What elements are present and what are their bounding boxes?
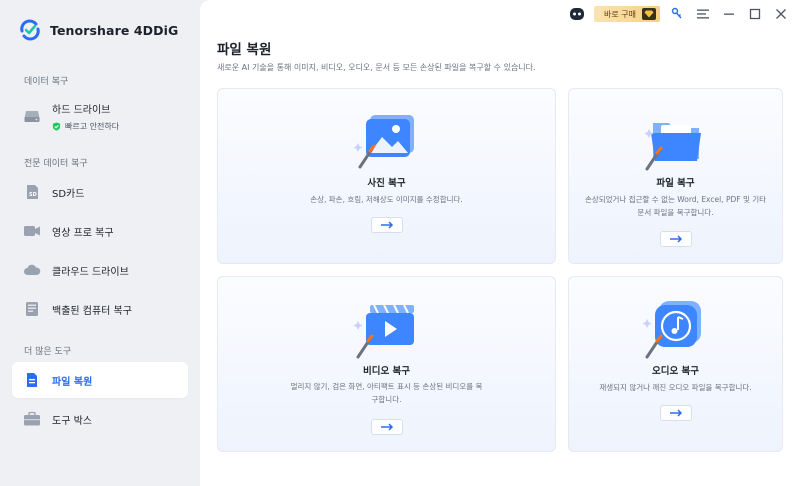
card-file-repair[interactable]: 파일 복구 손상되었거나 접근할 수 없는 Word, Excel, PDF 및…: [568, 88, 783, 264]
card-audio-repair[interactable]: 오디오 복구 재생되지 않거나 깨진 오디오 파일을 복구합니다.: [568, 276, 783, 452]
buy-now-button[interactable]: 바로 구매: [594, 6, 660, 22]
shield-check-icon: [52, 121, 61, 131]
sidebar-item-label: SD카드: [52, 188, 85, 200]
card-title: 비디오 복구: [362, 366, 410, 377]
audio-repair-icon: [642, 301, 701, 359]
app-logo-icon: [20, 19, 40, 41]
card-photo-repair[interactable]: 사진 복구 손상, 파손, 흐림, 저해상도 이미지를 수정합니다.: [217, 88, 556, 264]
sidebar: Tenorshare 4DDiG 데이터 복구 하드 드라이브 빠르고 안전하다…: [0, 0, 200, 486]
video-repair-icon: [353, 304, 414, 359]
brand: Tenorshare 4DDiG: [18, 18, 178, 42]
arrow-right-icon: [380, 221, 393, 229]
buy-now-label: 바로 구매: [604, 9, 636, 19]
sidebar-item-crashed-computer[interactable]: 백출된 컴퓨터 복구: [12, 291, 188, 327]
folder-repair-icon: [644, 123, 701, 171]
card-description: 손상되었거나 접근할 수 없는 Word, Excel, PDF 및 기타 문서…: [584, 195, 767, 217]
section-title-pro-recovery: 전문 데이터 복구: [24, 159, 88, 169]
svg-text:SD: SD: [29, 192, 37, 198]
sidebar-item-toolbox[interactable]: 도구 박스: [12, 401, 188, 437]
menu-icon[interactable]: [694, 5, 712, 23]
video-repair-go-button[interactable]: [370, 419, 403, 435]
sidebar-item-label: 하드 드라이브: [52, 104, 111, 116]
card-description: 손상, 파손, 흐림, 저해상도 이미지를 수정합니다.: [310, 195, 463, 204]
window-toolbar: 바로 구매: [560, 5, 790, 23]
card-description: 재생되지 않거나 깨진 오디오 파일을 복구합니다.: [599, 383, 752, 392]
diamond-icon: [642, 8, 656, 20]
maximize-icon[interactable]: [746, 5, 764, 23]
close-icon[interactable]: [772, 5, 790, 23]
sidebar-item-label: 영상 프로 복구: [52, 227, 114, 239]
sidebar-item-label: 백출된 컴퓨터 복구: [52, 305, 132, 317]
sidebar-item-file-repair[interactable]: 파일 복원: [12, 362, 188, 398]
arrow-right-icon: [380, 423, 393, 431]
page-subtitle: 새로운 AI 기술을 통해 이미지, 비디오, 오디오, 문서 등 모든 손상된…: [217, 63, 536, 72]
app-name: Tenorshare 4DDiG: [50, 22, 179, 38]
main-panel: 바로 구매 파일 복원 새로운 AI 기술을 통해 이미지, 비디오, 오디오,…: [200, 0, 800, 486]
video-camera-icon: [23, 222, 41, 240]
arrow-right-icon: [669, 235, 682, 243]
section-title-data-recovery: 데이터 복구: [24, 77, 69, 87]
hard-drive-icon: [24, 111, 40, 122]
audio-repair-go-button[interactable]: [659, 405, 692, 421]
toolbox-icon: [23, 410, 41, 428]
photo-repair-go-button[interactable]: [370, 217, 403, 233]
file-repair-go-button[interactable]: [659, 231, 692, 247]
sidebar-item-hard-drive[interactable]: 하드 드라이브 빠르고 안전하다: [12, 92, 188, 140]
computer-icon: [23, 300, 41, 318]
sidebar-item-label: 클라우드 드라이브: [52, 266, 129, 278]
cloud-icon: [23, 261, 41, 279]
key-icon[interactable]: [668, 5, 686, 23]
section-title-more-tools: 더 많은 도구: [24, 347, 72, 357]
card-video-repair[interactable]: 비디오 복구 멀리지 않기, 검은 화면, 아티팩트 표시 등 손상된 비디오를…: [217, 276, 556, 452]
sidebar-item-label: 파일 복원: [52, 376, 93, 388]
sidebar-item-sd-card[interactable]: SD SD카드: [12, 174, 188, 210]
card-description: 멀리지 않기, 검은 화면, 아티팩트 표시 등 손상된 비디오를 복구합니다.: [290, 382, 483, 404]
hard-drive-sublabel: 빠르고 안전하다: [65, 121, 120, 131]
sd-card-icon: SD: [23, 183, 41, 201]
sidebar-item-video-pro[interactable]: 영상 프로 복구: [12, 213, 188, 249]
assistant-bot-icon[interactable]: [568, 5, 586, 23]
arrow-right-icon: [669, 409, 682, 417]
photo-repair-icon: [353, 115, 414, 169]
card-title: 사진 복구: [367, 178, 406, 189]
sidebar-item-cloud-drive[interactable]: 클라우드 드라이브: [12, 252, 188, 288]
card-title: 오디오 복구: [651, 366, 699, 377]
minimize-icon[interactable]: [720, 5, 738, 23]
page-title: 파일 복원: [217, 42, 272, 58]
card-title: 파일 복구: [656, 178, 695, 189]
file-repair-icon: [23, 371, 41, 389]
sidebar-item-label: 도구 박스: [52, 415, 92, 427]
